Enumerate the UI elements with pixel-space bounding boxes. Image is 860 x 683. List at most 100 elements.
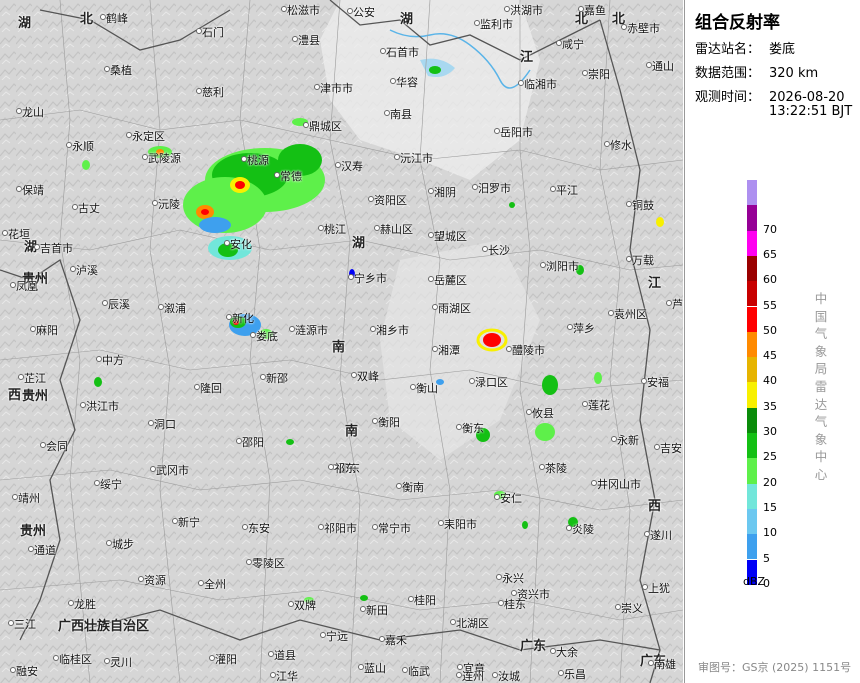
city-label: 桂东 [504, 598, 526, 611]
city-label: 衡阳 [378, 416, 400, 429]
city-label: 永新 [617, 434, 639, 447]
range-row: 数据范围： 320 km [695, 62, 818, 81]
city-label: 崇阳 [588, 68, 610, 81]
legend-swatch [747, 458, 757, 484]
time-clock: 13:22:51 BJT [769, 104, 853, 119]
city-label: 鼎城区 [309, 120, 342, 133]
radar-map[interactable]: 湖北湖北北湖湖南江西贵州贵州贵州西广西壮族自治区广东广东江南鹤峰石门松滋市公安监… [0, 0, 683, 683]
city-label: 双牌 [294, 599, 316, 612]
city-label: 新田 [366, 604, 388, 617]
city-label: 嘉禾 [385, 634, 407, 647]
city-label: 全州 [204, 578, 226, 591]
city-label: 武陵源 [148, 152, 181, 165]
city-label: 隆回 [200, 382, 222, 395]
legend-swatch [747, 230, 757, 256]
legend-label: 45 [763, 349, 777, 363]
city-label: 临武 [408, 665, 430, 678]
city-label: 连州 [462, 670, 484, 683]
time-row: 观测时间： 2026-08-20 [695, 86, 845, 105]
city-label: 古丈 [78, 202, 100, 215]
city-label: 岳麓区 [434, 274, 467, 287]
city-label: 灵川 [110, 656, 132, 669]
city-label: 融安 [16, 665, 38, 678]
city-label: 龙山 [22, 106, 44, 119]
province-label: 西 [648, 499, 662, 514]
city-label: 东安 [248, 522, 270, 535]
city-label: 保靖 [22, 184, 44, 197]
city-label: 资阳区 [374, 194, 407, 207]
city-label: 崇义 [621, 602, 643, 615]
city-label: 萍乡 [573, 322, 595, 335]
agency-vertical-text: 中国气象局雷达气象中心 [814, 291, 828, 482]
city-label: 沅江市 [400, 152, 433, 165]
city-label: 新邵 [266, 372, 288, 385]
city-label: 津市市 [320, 82, 353, 95]
city-label: 耒阳市 [444, 518, 477, 531]
city-label: 绥宁 [100, 478, 122, 491]
city-label: 新宁 [178, 516, 200, 529]
city-label: 临桂区 [59, 653, 92, 666]
province-label: 南 [332, 340, 346, 355]
city-label: 宁乡市 [354, 272, 387, 285]
city-label: 麻阳 [36, 324, 58, 337]
city-label: 井冈山市 [597, 478, 641, 491]
province-label: 西 [8, 388, 22, 403]
city-label: 城步 [112, 538, 134, 551]
city-label: 永顺 [72, 140, 94, 153]
city-label: 醴陵市 [512, 344, 545, 357]
legend-label: 70 [763, 222, 777, 236]
legend-swatch [747, 534, 757, 560]
legend-label: 5 [763, 551, 770, 565]
legend-label: 30 [763, 425, 777, 438]
legend-label: 20 [763, 475, 777, 489]
city-label: 资源 [144, 574, 166, 587]
legend-label: 15 [763, 500, 777, 514]
range-label: 数据范围： [695, 66, 761, 81]
city-label: 衡东 [462, 422, 484, 435]
legend-swatch [747, 382, 757, 408]
city-label: 芷江 [24, 372, 46, 385]
city-label: 监利市 [480, 18, 513, 31]
province-label: 湖 [18, 16, 32, 31]
city-label: 辰溪 [108, 298, 130, 311]
time-label: 观测时间： [695, 90, 761, 105]
range-value: 320 km [769, 66, 819, 81]
city-label: 澧县 [298, 34, 320, 47]
city-label: 嘉鱼 [584, 4, 606, 17]
city-label: 祁阳市 [324, 522, 357, 535]
city-label: 永定区 [132, 130, 165, 143]
city-label: 咸宁 [562, 38, 584, 51]
legend-label: 60 [763, 273, 777, 287]
city-label: 邵阳 [242, 436, 264, 449]
legend-swatch [747, 306, 757, 332]
city-label: 零陵区 [252, 557, 285, 570]
province-label: 广东 [520, 639, 547, 654]
city-label: 华容 [396, 76, 418, 89]
city-label: 浏阳市 [546, 260, 579, 273]
province-label: 江 [648, 276, 662, 291]
city-label: 炎陵 [572, 523, 594, 536]
city-label: 永兴 [502, 572, 524, 585]
city-label: 新化 [232, 312, 254, 325]
city-label: 祁东 [334, 462, 356, 475]
city-label: 凤凰 [16, 280, 38, 293]
province-label: 湖 [352, 236, 366, 251]
city-label: 长沙 [488, 244, 510, 257]
city-label: 松滋市 [287, 4, 320, 17]
station-label: 雷达站名： [695, 42, 761, 57]
city-label: 临湘市 [524, 78, 557, 91]
city-label: 安仁 [500, 492, 522, 505]
city-label: 南雄 [654, 658, 676, 671]
station-row: 雷达站名： 娄底 [695, 38, 795, 57]
city-label: 沅陵 [158, 198, 180, 211]
legend-swatch [747, 508, 757, 535]
city-label: 通山 [652, 60, 674, 73]
review-number: 审图号：GS京 (2025) 1151号 [698, 661, 852, 674]
city-label: 湘潭 [438, 344, 460, 357]
city-label: 三江 [14, 618, 36, 631]
legend-label: 50 [763, 323, 777, 337]
legend-label: 55 [763, 298, 777, 312]
city-label: 铜鼓 [632, 199, 654, 212]
city-label: 上犹 [648, 582, 670, 595]
legend-swatch [747, 407, 757, 433]
